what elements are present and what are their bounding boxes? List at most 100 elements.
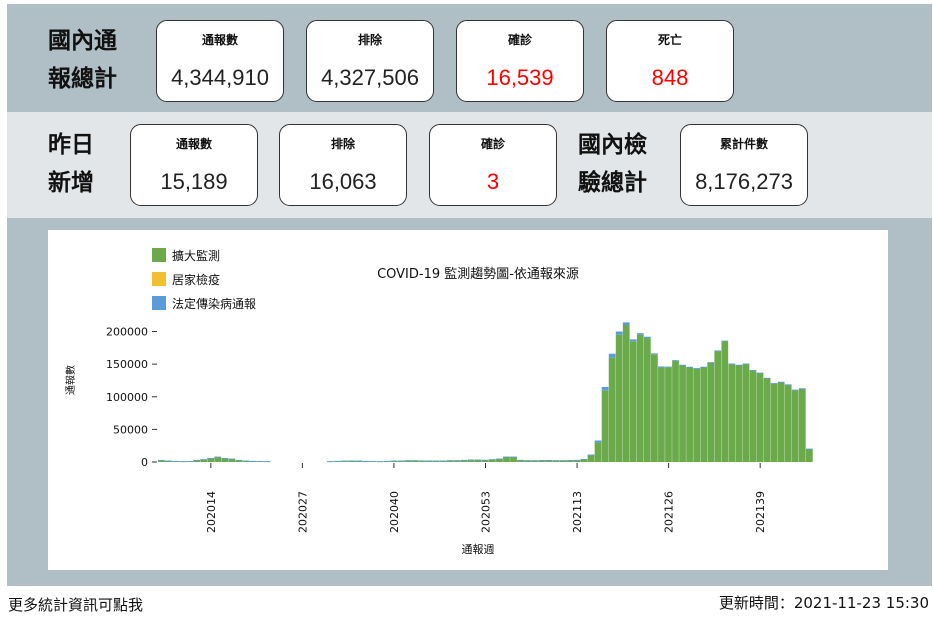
bar-expanded: [714, 351, 722, 462]
bar-expanded: [672, 360, 679, 462]
bar-expanded: [749, 370, 757, 462]
bar-notifiable: [439, 460, 447, 462]
y-tick-label: 100000: [106, 391, 148, 404]
testing-total-label: 國內檢 驗總計: [578, 126, 647, 202]
bar-notifiable: [622, 322, 630, 325]
bar-expanded: [798, 388, 806, 462]
card-testing-total: 累計件數 8,176,273: [680, 124, 808, 206]
card-value: 4,344,910: [171, 65, 269, 90]
bar-expanded: [686, 367, 693, 462]
bar-notifiable: [334, 460, 341, 462]
x-tick-label: 202126: [663, 491, 676, 533]
bar-notifiable: [636, 333, 644, 335]
bar-notifiable: [207, 457, 215, 459]
card-label: 排除: [357, 33, 382, 47]
bar-notifiable: [179, 461, 186, 463]
bar-expanded: [693, 368, 701, 462]
trend-chart-svg: COVID-19 監測趨勢圖-依通報來源 0 50000 100000 150000 20…: [64, 248, 813, 556]
bar-notifiable: [165, 460, 172, 462]
bar-expanded: [784, 385, 792, 462]
bar-notifiable: [721, 340, 729, 342]
card-value: 16,063: [309, 169, 377, 194]
bar-notifiable: [503, 456, 510, 458]
x-tick-label: 202139: [754, 491, 767, 533]
bar-notifiable: [242, 460, 250, 462]
bar-notifiable: [193, 459, 200, 461]
legend-label: 擴大監測: [172, 248, 220, 263]
bar-notifiable: [200, 459, 208, 461]
x-tick-label: 202027: [296, 491, 309, 533]
bar-notifiable: [693, 368, 701, 369]
bar-notifiable: [263, 461, 271, 463]
bar-notifiable: [658, 366, 665, 368]
card-yesterday-confirmed: 確診 3: [429, 124, 557, 206]
bar-notifiable: [798, 388, 806, 390]
bar-notifiable: [376, 461, 384, 463]
y-tick-label: 150000: [106, 358, 148, 371]
bar-expanded: [791, 390, 799, 462]
bar-notifiable: [474, 459, 482, 461]
bar-notifiable: [517, 459, 524, 461]
bar-notifiable: [383, 460, 391, 462]
card-value: 8,176,273: [695, 169, 793, 194]
card-total-excluded: 排除 4,327,506: [306, 20, 434, 102]
bar-notifiable: [700, 366, 708, 368]
bar-notifiable: [770, 383, 778, 384]
bar-notifiable: [587, 454, 595, 456]
bar-notifiable: [355, 460, 362, 462]
bar-notifiable: [552, 460, 560, 462]
card-total-deaths: 死亡 848: [606, 20, 734, 102]
bar-notifiable: [805, 448, 813, 450]
bar-expanded: [608, 357, 616, 462]
bar-expanded: [658, 367, 665, 462]
x-tick-label: 202053: [480, 491, 493, 533]
card-yesterday-reports: 通報數 15,189: [130, 124, 258, 206]
bar-notifiable: [763, 377, 771, 379]
bar-notifiable: [538, 460, 546, 461]
bar-notifiable: [629, 339, 637, 342]
bar-notifiable: [362, 460, 369, 462]
bar-expanded: [601, 390, 609, 462]
yesterday-label-line1: 昨日: [48, 132, 94, 158]
bar-expanded: [735, 365, 743, 462]
card-value: 3: [486, 169, 500, 194]
updated-time: 更新時間：2021-11-23 15:30: [718, 594, 929, 612]
bar-notifiable: [643, 336, 651, 339]
bar-notifiable: [742, 363, 750, 365]
bar-notifiable: [714, 350, 722, 352]
x-tick-label: 202014: [205, 491, 218, 533]
legend-label: 居家檢疫: [172, 272, 220, 287]
card-label: 確診: [507, 33, 532, 47]
bar-notifiable: [777, 381, 785, 383]
bar-expanded: [742, 364, 750, 462]
domestic-total-label: 國內通 報總計: [48, 22, 117, 98]
card-value: 848: [651, 65, 689, 90]
bar-notifiable: [425, 460, 433, 462]
card-label: 死亡: [657, 33, 682, 47]
more-stats-link[interactable]: 更多統計資訊可點我: [8, 594, 143, 615]
domestic-total-label-line2: 報總計: [48, 66, 117, 92]
bar-expanded: [594, 442, 602, 462]
bar-notifiable: [158, 459, 165, 461]
bar-notifiable: [228, 458, 236, 460]
bar-expanded: [503, 456, 510, 462]
bar-expanded: [629, 341, 637, 462]
y-tick-label: 50000: [113, 423, 148, 436]
bar-expanded: [770, 383, 778, 462]
bar-notifiable: [791, 389, 799, 391]
bar-notifiable: [756, 372, 764, 374]
card-label: 排除: [330, 137, 355, 151]
bar-expanded: [721, 341, 729, 462]
bar-notifiable: [580, 459, 588, 460]
bar-notifiable: [545, 460, 553, 461]
bar-notifiable: [531, 460, 539, 462]
y-tick-label: 0: [141, 456, 148, 469]
bar-notifiable: [686, 366, 693, 368]
legend-swatch: [152, 248, 166, 262]
bar-notifiable: [679, 364, 686, 366]
bar-expanded: [805, 448, 813, 462]
bar-notifiable: [594, 440, 602, 443]
bar-notifiable: [601, 386, 609, 391]
bar-notifiable: [432, 460, 440, 462]
bar-notifiable: [784, 384, 792, 386]
